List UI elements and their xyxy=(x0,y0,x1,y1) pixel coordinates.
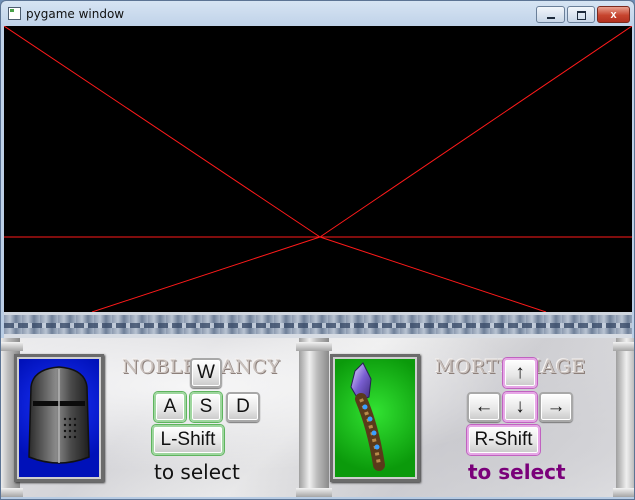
game-surface[interactable]: NOBLE NANCY W A S D L-Shift to select ↑ … xyxy=(1,26,634,497)
key-right-shift[interactable]: R-Shift xyxy=(467,425,540,455)
key-left-shift[interactable]: L-Shift xyxy=(152,425,224,455)
window-title: pygame window xyxy=(26,7,125,21)
key-arrow-down[interactable]: ↓ xyxy=(503,392,537,422)
key-w[interactable]: W xyxy=(190,358,222,388)
player1-select-hint: to select xyxy=(154,460,240,484)
perspective-line xyxy=(4,26,321,238)
key-arrow-up[interactable]: ↑ xyxy=(503,358,537,388)
perspective-lines xyxy=(4,26,632,312)
player2-select-hint: to select xyxy=(468,460,566,484)
perspective-line xyxy=(319,26,632,238)
key-arrow-left[interactable]: ← xyxy=(467,392,501,422)
knight-helmet-icon xyxy=(28,366,90,464)
marble-pillar xyxy=(613,338,634,497)
marble-pillar xyxy=(296,338,332,497)
character-select-panel: NOBLE NANCY W A S D L-Shift to select ↑ … xyxy=(1,312,634,497)
marble-frieze xyxy=(4,312,632,338)
game-viewport[interactable] xyxy=(4,26,632,312)
mage-portrait[interactable] xyxy=(330,354,420,482)
knight-portrait[interactable] xyxy=(14,354,104,482)
title-bar[interactable]: pygame window x xyxy=(1,1,634,26)
perspective-line xyxy=(91,236,321,312)
key-a[interactable]: A xyxy=(154,392,186,422)
app-icon xyxy=(8,7,21,20)
maximize-icon xyxy=(576,10,586,20)
minimize-button[interactable] xyxy=(536,6,565,23)
pygame-window: pygame window x NOBLE NANCY W A S D L-Sh… xyxy=(0,0,635,500)
crystal-staff-icon xyxy=(350,362,385,471)
key-s[interactable]: S xyxy=(190,392,222,422)
close-icon: x xyxy=(610,9,617,21)
close-button[interactable]: x xyxy=(597,6,630,23)
maximize-button[interactable] xyxy=(567,6,595,23)
key-arrow-right[interactable]: → xyxy=(539,392,573,422)
perspective-line xyxy=(319,236,547,312)
key-d[interactable]: D xyxy=(226,392,260,422)
minimize-icon xyxy=(546,17,555,20)
